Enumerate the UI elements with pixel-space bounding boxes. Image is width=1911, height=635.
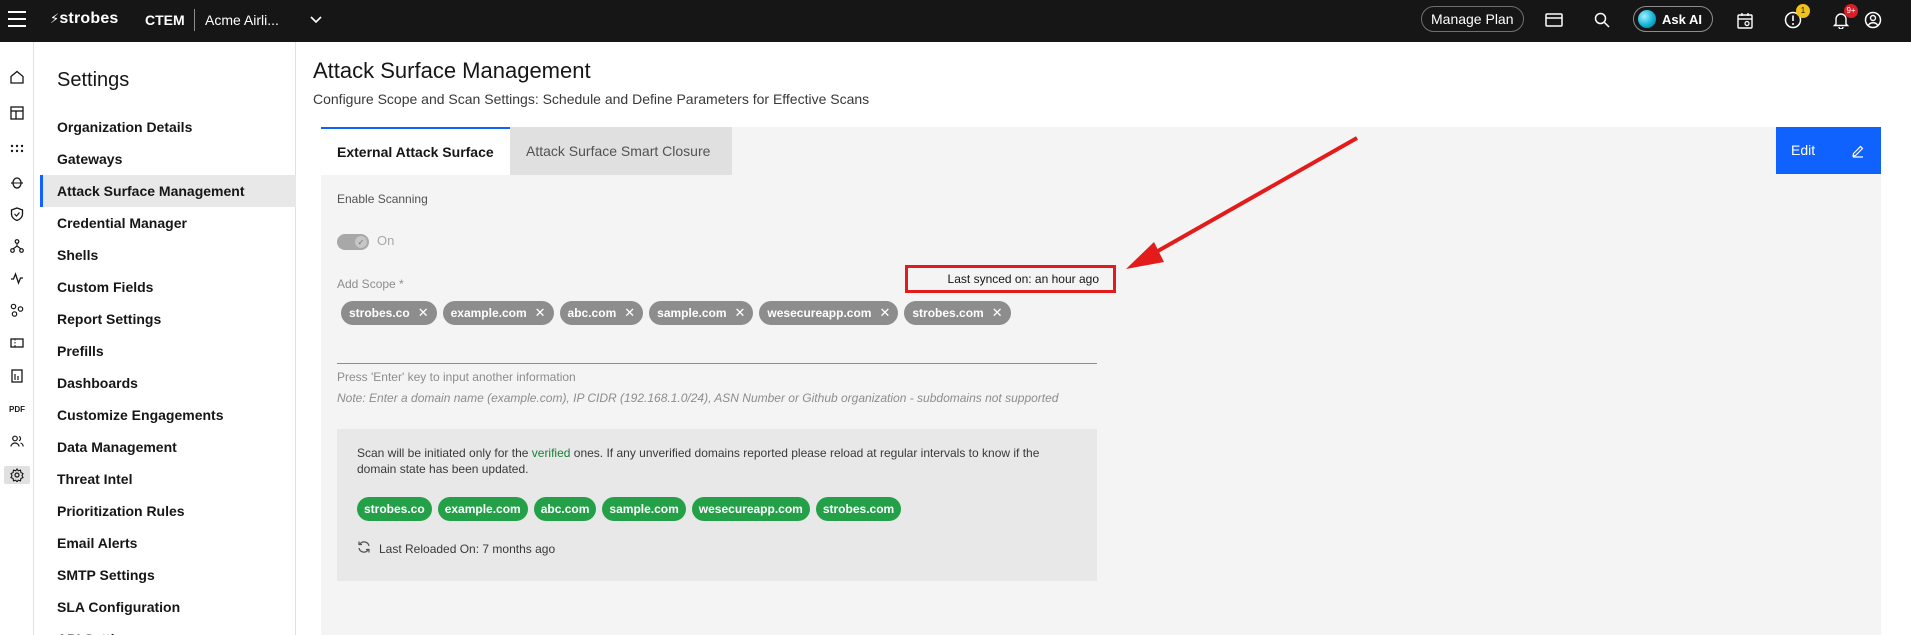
- pdf-icon[interactable]: PDF: [8, 400, 26, 418]
- sidebar-item-credential-manager[interactable]: Credential Manager: [40, 207, 296, 239]
- sidebar-item-attack-surface-management[interactable]: Attack Surface Management: [40, 175, 296, 207]
- scope-note-text: Note: Enter a domain name (example.com),…: [337, 391, 1059, 405]
- apps-icon[interactable]: [8, 141, 26, 159]
- user-icon[interactable]: [1862, 9, 1884, 31]
- settings-icon[interactable]: [4, 466, 30, 484]
- alerts-count-badge: 1: [1796, 4, 1810, 18]
- tab-attack-surface-smart-closure[interactable]: Attack Surface Smart Closure: [510, 127, 732, 175]
- sidebar-item-smtp-settings[interactable]: SMTP Settings: [40, 559, 296, 591]
- dashboard-icon[interactable]: [8, 104, 26, 122]
- integrations-icon[interactable]: [8, 301, 26, 319]
- scope-input[interactable]: strobes.co ✕ example.com ✕ abc.com ✕ sample…: [337, 297, 1097, 364]
- activity-icon[interactable]: [8, 269, 26, 287]
- scope-tag: abc.com ✕: [559, 301, 644, 325]
- scope-helper-text: Press 'Enter' key to input another infor…: [337, 370, 576, 384]
- menu-icon[interactable]: [8, 11, 26, 27]
- alert-icon[interactable]: 1: [1782, 4, 1810, 31]
- home-icon[interactable]: [8, 68, 26, 86]
- shield-icon[interactable]: [8, 205, 26, 223]
- sidebar-item-sla-configuration[interactable]: SLA Configuration: [40, 591, 296, 623]
- page-subtitle: Configure Scope and Scan Settings: Sched…: [313, 91, 870, 107]
- product-name: CTEM: [145, 12, 185, 28]
- verified-tag: example.com: [437, 497, 528, 521]
- enable-scanning-label: Enable Scanning: [337, 192, 428, 206]
- icon-rail: PDF: [0, 42, 34, 635]
- add-scope-label: Add Scope *: [337, 277, 404, 291]
- enable-scanning-toggle[interactable]: ✓: [337, 234, 369, 250]
- ai-orb-icon: [1638, 10, 1656, 28]
- page-title: Attack Surface Management: [313, 58, 591, 83]
- edit-button-label: Edit: [1791, 142, 1816, 158]
- sidebar-item-gateways[interactable]: Gateways: [40, 143, 296, 175]
- bug-icon[interactable]: [8, 173, 26, 191]
- verified-tag: sample.com: [602, 497, 686, 521]
- ask-ai-button[interactable]: Ask AI: [1633, 6, 1713, 32]
- sidebar-item-prefills[interactable]: Prefills: [40, 335, 296, 367]
- scope-tag: sample.com ✕: [649, 301, 754, 325]
- close-icon[interactable]: ✕: [992, 301, 1003, 325]
- sidebar-item-report-settings[interactable]: Report Settings: [40, 303, 296, 335]
- manage-plan-button[interactable]: Manage Plan: [1421, 6, 1524, 32]
- verified-tag-list: strobes.co example.com abc.com sample.co…: [357, 497, 902, 521]
- scope-tag: wesecureapp.com ✕: [759, 301, 899, 325]
- verified-tag: wesecureapp.com: [691, 497, 810, 521]
- last-reloaded-text: Last Reloaded On: 7 months ago: [379, 541, 556, 556]
- sidebar-item-threat-intel[interactable]: Threat Intel: [40, 463, 296, 495]
- edit-button[interactable]: Edit: [1776, 127, 1881, 174]
- scope-tag: strobes.com ✕: [904, 301, 1011, 325]
- last-reloaded-row: Last Reloaded On: 7 months ago: [357, 540, 555, 557]
- verified-tag: abc.com: [533, 497, 597, 521]
- sidebar-item-dashboards[interactable]: Dashboards: [40, 367, 296, 399]
- sidebar-item-customize-engagements[interactable]: Customize Engagements: [40, 399, 296, 431]
- sidebar-item-custom-fields[interactable]: Custom Fields: [40, 271, 296, 303]
- tab-external-attack-surface[interactable]: External Attack Surface: [321, 127, 510, 175]
- sidebar-item-organization-details[interactable]: Organization Details: [40, 111, 296, 143]
- divider: [194, 9, 195, 31]
- scope-tag-list: strobes.co ✕ example.com ✕ abc.com ✕ sample…: [341, 301, 1011, 325]
- report-icon[interactable]: [8, 367, 26, 385]
- notifications-count-badge: 9+: [1844, 4, 1858, 18]
- search-icon[interactable]: [1591, 9, 1613, 31]
- sidebar-title: Settings: [57, 69, 130, 91]
- close-icon[interactable]: ✕: [535, 301, 546, 325]
- bell-icon[interactable]: 9+: [1830, 4, 1858, 31]
- close-icon[interactable]: ✕: [418, 301, 429, 325]
- sidebar-item-api-settings[interactable]: API Settings: [40, 623, 296, 635]
- scope-tag: strobes.co ✕: [341, 301, 437, 325]
- network-icon[interactable]: [8, 237, 26, 255]
- annotation-arrow: [1126, 136, 1358, 269]
- ticket-icon[interactable]: [8, 334, 26, 352]
- sidebar-item-shells[interactable]: Shells: [40, 239, 296, 271]
- sidebar-item-prioritization-rules[interactable]: Prioritization Rules: [40, 495, 296, 527]
- settings-sidebar: Settings Organization Details Gateways A…: [40, 42, 296, 635]
- last-synced-status: Last synced on: an hour ago: [905, 265, 1116, 293]
- reload-icon[interactable]: [357, 540, 371, 557]
- check-icon: ✓: [355, 236, 367, 248]
- pencil-icon: [1851, 127, 1865, 174]
- toggle-state-text: On: [377, 233, 395, 248]
- sidebar-item-data-management[interactable]: Data Management: [40, 431, 296, 463]
- users-icon[interactable]: [8, 432, 26, 450]
- strobes-logo[interactable]: ⚡strobes: [50, 10, 119, 28]
- org-selector[interactable]: Acme Airli...: [205, 12, 279, 28]
- chevron-down-icon[interactable]: [309, 13, 323, 30]
- verification-info-panel: Scan will be initiated only for the veri…: [337, 429, 1097, 581]
- top-navigation-bar: ⚡strobes CTEM Acme Airli... Manage Plan …: [0, 0, 1911, 42]
- tabs-bar: External Attack Surface Attack Surface S…: [321, 127, 1881, 175]
- verified-tag: strobes.co: [357, 497, 432, 521]
- calendar-icon[interactable]: [1734, 9, 1756, 31]
- verified-tag: strobes.com: [815, 497, 902, 521]
- verification-info-text: Scan will be initiated only for the veri…: [357, 446, 1040, 476]
- sidebar-item-email-alerts[interactable]: Email Alerts: [40, 527, 296, 559]
- close-icon[interactable]: ✕: [735, 301, 746, 325]
- close-icon[interactable]: ✕: [879, 301, 890, 325]
- ask-ai-label: Ask AI: [1662, 11, 1702, 27]
- scope-tag: example.com ✕: [442, 301, 554, 325]
- card-icon[interactable]: [1543, 9, 1565, 31]
- close-icon[interactable]: ✕: [624, 301, 635, 325]
